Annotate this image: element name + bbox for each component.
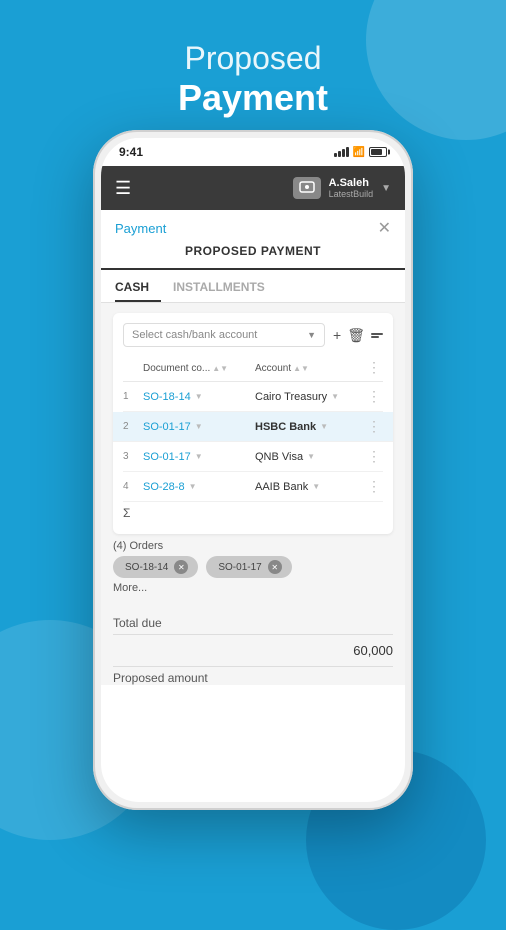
add-icon[interactable]: +: [333, 327, 341, 343]
phone-inner: 9:41 📶 ☰: [101, 138, 405, 802]
header-proposed-text: Proposed: [0, 40, 506, 77]
select-account-dropdown[interactable]: Select cash/bank account ▼: [123, 323, 325, 347]
sort-doc-icon[interactable]: ▲▼: [212, 364, 228, 373]
chip-2: SO-01-17 ✕: [206, 556, 291, 578]
doc-chevron-1: ▼: [195, 392, 203, 401]
filter-icon[interactable]: [371, 333, 383, 338]
tabs-bar: CASH INSTALLMENTS: [101, 270, 405, 303]
user-avatar-icon: [293, 177, 321, 199]
doc-chevron-4: ▼: [189, 482, 197, 491]
delete-icon[interactable]: 🗑: [347, 327, 365, 344]
row-more-2[interactable]: ⋮: [367, 418, 383, 435]
order-chips: SO-18-14 ✕ SO-01-17 ✕: [113, 556, 393, 578]
proposed-payment-title-bar: PROPOSED PAYMENT: [101, 238, 405, 270]
total-divider: [113, 634, 393, 635]
content-area: Payment ✕ PROPOSED PAYMENT CASH INSTALLM…: [101, 210, 405, 685]
row-doc-3: SO-01-17 ▼: [143, 451, 255, 463]
chip-label-1: SO-18-14: [125, 562, 168, 573]
signal-icon: [334, 147, 349, 157]
action-icons: + 🗑: [333, 327, 383, 344]
table-row: 1 SO-18-14 ▼ Cairo Treasury ▼ ⋮: [123, 382, 383, 412]
select-account-placeholder: Select cash/bank account: [132, 329, 257, 341]
app-bar-username: A.Saleh: [329, 177, 369, 189]
more-link[interactable]: More...: [113, 582, 393, 594]
app-bar-center: A.Saleh LatestBuild ▼: [293, 177, 391, 199]
row-acc-2: HSBC Bank ▼: [255, 421, 367, 433]
row-num-2: 2: [123, 421, 143, 432]
more-options-header-icon[interactable]: ⋮: [367, 359, 381, 375]
row-doc-1: SO-18-14 ▼: [143, 391, 255, 403]
proposed-amount-label: Proposed amount: [113, 671, 393, 685]
battery-icon: [369, 147, 387, 157]
acc-chevron-2: ▼: [320, 422, 328, 431]
acc-chevron-1: ▼: [331, 392, 339, 401]
payment-header: Payment ✕: [101, 210, 405, 238]
app-bar: ☰ A.Saleh LatestBuild ▼: [101, 166, 405, 210]
row-num-4: 4: [123, 481, 143, 492]
row-more-4[interactable]: ⋮: [367, 478, 383, 495]
tab-cash[interactable]: CASH: [115, 270, 161, 302]
acc-chevron-4: ▼: [312, 482, 320, 491]
row-acc-1: Cairo Treasury ▼: [255, 391, 367, 403]
main-content: Select cash/bank account ▼ + 🗑: [101, 303, 405, 604]
app-bar-user-info: A.Saleh LatestBuild: [329, 177, 374, 199]
row-more-3[interactable]: ⋮: [367, 448, 383, 465]
table-row-3: 3 SO-01-17 ▼ QNB Visa ▼ ⋮: [123, 442, 383, 472]
total-section: Total due 60,000 Proposed amount: [101, 616, 405, 685]
phone-frame: 9:41 📶 ☰: [93, 130, 413, 810]
chip-1: SO-18-14 ✕: [113, 556, 198, 578]
chip-close-1[interactable]: ✕: [174, 560, 188, 574]
chip-close-2[interactable]: ✕: [268, 560, 282, 574]
proposed-divider: [113, 666, 393, 667]
row-more-1[interactable]: ⋮: [367, 388, 383, 405]
total-due-label: Total due: [113, 616, 393, 630]
th-account: Account ▲▼: [255, 359, 367, 377]
th-document: Document co... ▲▼: [143, 359, 255, 377]
row-acc-4: AAIB Bank ▼: [255, 481, 367, 493]
table-row-highlighted: 2 SO-01-17 ▼ HSBC Bank ▼ ⋮: [113, 412, 393, 442]
dropdown-chevron-icon: ▼: [307, 330, 316, 340]
select-account-row: Select cash/bank account ▼ + 🗑: [123, 323, 383, 347]
status-icons: 📶: [334, 147, 387, 158]
table-row-4: 4 SO-28-8 ▼ AAIB Bank ▼ ⋮: [123, 472, 383, 502]
payment-card: Select cash/bank account ▼ + 🗑: [113, 313, 393, 534]
total-amount: 60,000: [113, 639, 393, 662]
chip-label-2: SO-01-17: [218, 562, 261, 573]
app-bar-chevron-icon[interactable]: ▼: [381, 183, 391, 194]
doc-chevron-2: ▼: [195, 422, 203, 431]
status-bar: 9:41 📶: [101, 138, 405, 166]
page-header: Proposed Payment: [0, 40, 506, 119]
close-button[interactable]: ✕: [378, 218, 391, 238]
app-bar-build: LatestBuild: [329, 189, 374, 199]
row-doc-2: SO-01-17 ▼: [143, 421, 255, 433]
row-num-3: 3: [123, 451, 143, 462]
row-acc-3: QNB Visa ▼: [255, 451, 367, 463]
hamburger-icon[interactable]: ☰: [115, 178, 131, 199]
acc-chevron-3: ▼: [307, 452, 315, 461]
tab-installments[interactable]: INSTALLMENTS: [173, 270, 277, 302]
th-more: ⋮: [367, 359, 383, 377]
th-num: [123, 359, 143, 377]
orders-count: (4) Orders: [113, 534, 393, 556]
status-time: 9:41: [119, 145, 143, 159]
wifi-icon: 📶: [353, 147, 365, 158]
header-payment-text: Payment: [0, 77, 506, 119]
payment-back-link[interactable]: Payment: [115, 221, 166, 236]
sort-acc-icon[interactable]: ▲▼: [293, 364, 309, 373]
doc-chevron-3: ▼: [195, 452, 203, 461]
sigma-row: Σ: [123, 502, 383, 524]
row-doc-4: SO-28-8 ▼: [143, 481, 255, 493]
proposed-payment-title: PROPOSED PAYMENT: [185, 244, 321, 258]
table-header: Document co... ▲▼ Account ▲▼ ⋮: [123, 355, 383, 382]
row-num-1: 1: [123, 391, 143, 402]
